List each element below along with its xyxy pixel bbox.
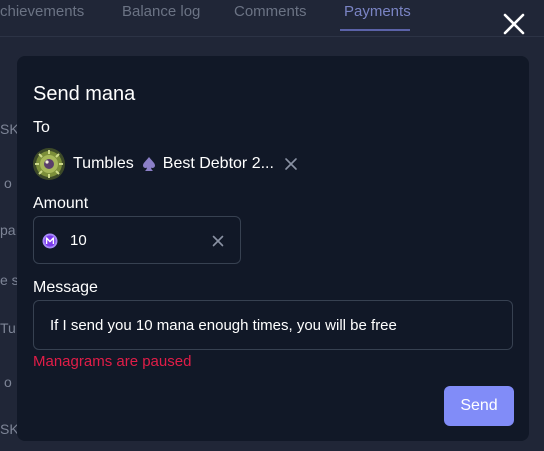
message-label: Message [33,279,98,296]
recipient-chip: Tumbles Best Debtor 2... [33,148,298,180]
error-message: Managrams are paused [33,353,192,370]
amount-input[interactable] [70,229,190,251]
background-text-fragment: o [4,374,12,390]
amount-label: Amount [33,195,89,212]
remove-recipient-icon[interactable] [284,157,298,171]
background-text-fragment: SK [0,121,19,137]
mana-coin-icon [42,233,58,249]
message-input[interactable] [50,315,500,335]
message-field[interactable] [33,300,513,350]
recipient-badge: Best Debtor 2... [162,155,274,172]
recipient-name[interactable]: Tumbles [73,155,134,173]
background-text-fragment: Tu [0,320,16,336]
spade-icon [142,157,155,171]
amount-field[interactable] [33,216,241,264]
tab-payments[interactable]: Payments [344,3,411,20]
modal-title: Send mana [33,83,136,105]
active-tab-indicator [340,29,410,31]
tab-balance-log[interactable]: Balance log [122,3,200,20]
send-button[interactable]: Send [444,386,514,426]
avatar[interactable] [33,148,65,180]
tab-comments[interactable]: Comments [234,3,307,20]
tabs-divider [0,36,544,37]
background-text-fragment: pa [0,222,16,238]
send-mana-modal: Send mana To Tumbles Best Debtor 2... Am… [17,56,529,441]
close-icon[interactable] [500,10,528,38]
profile-tabs: chievements Balance log Comments Payment… [0,0,544,36]
background-text-fragment: SK [0,421,19,437]
to-label: To [33,119,50,136]
background-text-fragment: o [4,175,12,191]
tab-achievements[interactable]: chievements [0,3,84,20]
clear-amount-icon[interactable] [212,235,224,247]
